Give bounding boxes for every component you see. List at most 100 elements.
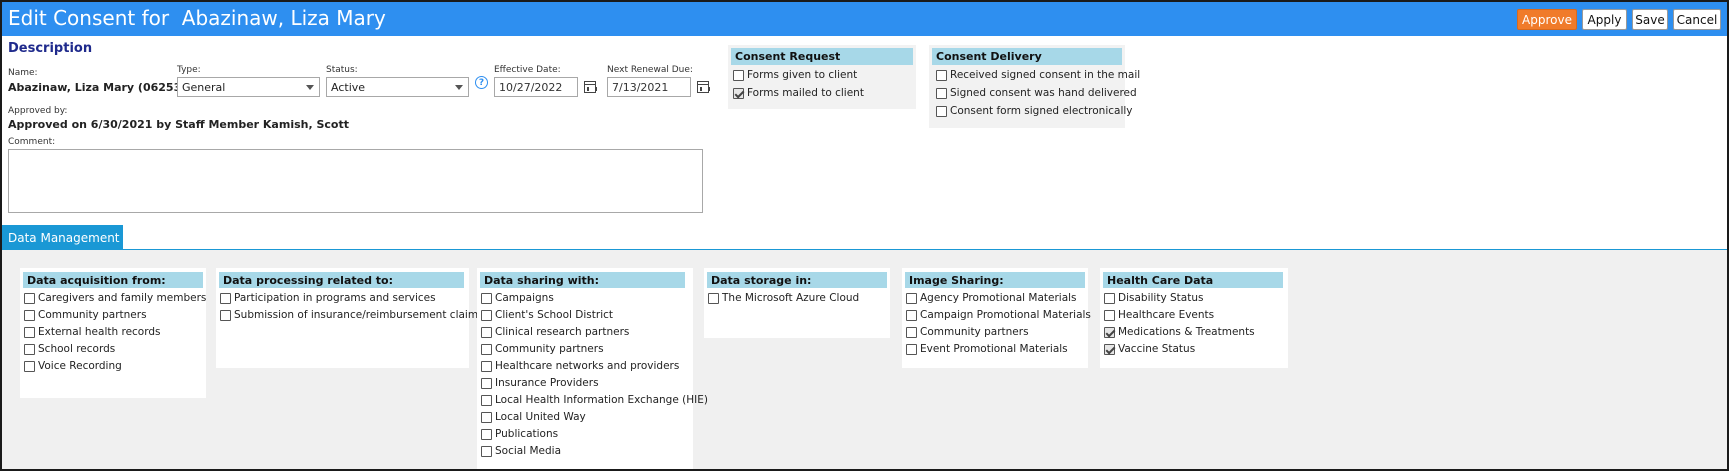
category-item-row[interactable]: Community partners bbox=[906, 326, 1029, 338]
category-item-label: Healthcare Events bbox=[1118, 309, 1215, 321]
category-title: Image Sharing: bbox=[905, 272, 1085, 288]
category-item-row[interactable]: Community partners bbox=[481, 343, 604, 355]
category-item-checkbox[interactable] bbox=[481, 309, 492, 321]
category-title: Data sharing with: bbox=[480, 272, 685, 288]
category-item-checkbox[interactable] bbox=[24, 326, 35, 338]
category-item-row[interactable]: Disability Status bbox=[1104, 292, 1203, 304]
category-item-row[interactable]: Caregivers and family members bbox=[24, 292, 206, 304]
consent-request-item-checkbox[interactable] bbox=[733, 87, 744, 99]
category-column: Health Care Data Disability Status Healthc… bbox=[1100, 268, 1288, 368]
category-item-label: Disability Status bbox=[1118, 292, 1204, 304]
category-item-row[interactable]: Voice Recording bbox=[24, 360, 122, 372]
category-item-checkbox[interactable] bbox=[708, 292, 719, 304]
category-item-checkbox[interactable] bbox=[24, 292, 35, 304]
consent-delivery-item-label: Consent form signed electronically bbox=[950, 105, 1133, 117]
consent-request-item-checkbox[interactable] bbox=[733, 69, 744, 81]
category-item-checkbox[interactable] bbox=[220, 292, 231, 304]
consent-request-item-label: Forms given to client bbox=[747, 69, 858, 81]
category-item-row[interactable]: External health records bbox=[24, 326, 161, 338]
category-item-checkbox[interactable] bbox=[906, 343, 917, 355]
category-item-row[interactable]: Social Media bbox=[481, 445, 561, 457]
consent-delivery-item-checkbox[interactable] bbox=[936, 105, 947, 117]
category-column: Data storage in: The Microsoft Azure Clou… bbox=[704, 268, 890, 338]
category-item-checkbox[interactable] bbox=[1104, 326, 1115, 338]
comment-textarea[interactable] bbox=[8, 149, 703, 213]
approve-button[interactable]: Approve bbox=[1517, 9, 1577, 30]
category-item-label: Social Media bbox=[495, 445, 562, 457]
category-item-row[interactable]: Local Health Information Exchange (HIE) bbox=[481, 394, 708, 406]
consent-request-item-row[interactable]: Forms given to client bbox=[733, 69, 857, 81]
consent-delivery-item-row[interactable]: Signed consent was hand delivered bbox=[936, 87, 1137, 99]
category-item-checkbox[interactable] bbox=[481, 411, 492, 423]
category-item-checkbox[interactable] bbox=[906, 309, 917, 321]
category-item-row[interactable]: Community partners bbox=[24, 309, 147, 321]
calendar-icon[interactable] bbox=[584, 81, 597, 93]
category-item-label: The Microsoft Azure Cloud bbox=[722, 292, 860, 304]
next-renewal-input[interactable]: 7/13/2021 bbox=[607, 77, 691, 97]
category-item-checkbox[interactable] bbox=[481, 445, 492, 457]
category-item-label: Local Health Information Exchange (HIE) bbox=[495, 394, 708, 406]
save-button[interactable]: Save bbox=[1632, 9, 1668, 30]
status-select[interactable]: Active bbox=[326, 77, 469, 97]
category-item-checkbox[interactable] bbox=[1104, 292, 1115, 304]
type-select[interactable]: General bbox=[177, 77, 320, 97]
category-item-row[interactable]: Campaigns bbox=[481, 292, 554, 304]
category-item-row[interactable]: Healthcare Events bbox=[1104, 309, 1214, 321]
description-heading: Description bbox=[8, 41, 93, 56]
category-item-row[interactable]: Healthcare networks and providers bbox=[481, 360, 679, 372]
type-select-value: General bbox=[182, 80, 226, 94]
category-item-row[interactable]: Insurance Providers bbox=[481, 377, 599, 389]
category-item-checkbox[interactable] bbox=[481, 360, 492, 372]
category-item-checkbox[interactable] bbox=[24, 309, 35, 321]
title-bar: Edit Consent for Abazinaw, Liza Mary App… bbox=[2, 2, 1727, 36]
help-icon[interactable]: ? bbox=[475, 76, 488, 89]
consent-delivery-item-checkbox[interactable] bbox=[936, 69, 947, 81]
category-item-row[interactable]: School records bbox=[24, 343, 115, 355]
category-item-label: Agency Promotional Materials bbox=[920, 292, 1077, 304]
category-item-row[interactable]: Clinical research partners bbox=[481, 326, 629, 338]
category-item-checkbox[interactable] bbox=[481, 292, 492, 304]
category-item-checkbox[interactable] bbox=[481, 343, 492, 355]
calendar-icon[interactable] bbox=[697, 81, 710, 93]
category-item-label: Community partners bbox=[495, 343, 604, 355]
category-item-row[interactable]: Event Promotional Materials bbox=[906, 343, 1068, 355]
category-item-checkbox[interactable] bbox=[24, 360, 35, 372]
category-item-label: Clinical research partners bbox=[495, 326, 630, 338]
consent-request-item-row[interactable]: Forms mailed to client bbox=[733, 87, 864, 99]
tab-data-management[interactable]: Data Management bbox=[2, 225, 123, 250]
category-item-label: Healthcare networks and providers bbox=[495, 360, 680, 372]
category-item-checkbox[interactable] bbox=[1104, 343, 1115, 355]
consent-delivery-item-row[interactable]: Received signed consent in the mail bbox=[936, 69, 1140, 81]
window-title: Edit Consent for Abazinaw, Liza Mary bbox=[8, 6, 386, 30]
category-item-row[interactable]: Submission of insurance/reimbursement cl… bbox=[220, 309, 484, 321]
category-item-checkbox[interactable] bbox=[906, 326, 917, 338]
category-item-row[interactable]: The Microsoft Azure Cloud bbox=[708, 292, 859, 304]
category-item-row[interactable]: Publications bbox=[481, 428, 558, 440]
consent-delivery-item-row[interactable]: Consent form signed electronically bbox=[936, 105, 1133, 117]
category-item-row[interactable]: Campaign Promotional Materials bbox=[906, 309, 1091, 321]
category-item-checkbox[interactable] bbox=[481, 377, 492, 389]
category-item-row[interactable]: Local United Way bbox=[481, 411, 586, 423]
category-item-label: Submission of insurance/reimbursement cl… bbox=[234, 309, 484, 321]
category-item-row[interactable]: Vaccine Status bbox=[1104, 343, 1195, 355]
category-item-checkbox[interactable] bbox=[220, 309, 231, 321]
category-item-row[interactable]: Client's School District bbox=[481, 309, 613, 321]
category-item-checkbox[interactable] bbox=[481, 428, 492, 440]
apply-button[interactable]: Apply bbox=[1582, 9, 1627, 30]
consent-delivery-item-label: Signed consent was hand delivered bbox=[950, 87, 1137, 99]
comment-label: Comment: bbox=[8, 137, 56, 147]
category-item-checkbox[interactable] bbox=[481, 326, 492, 338]
category-item-row[interactable]: Agency Promotional Materials bbox=[906, 292, 1077, 304]
category-item-label: Event Promotional Materials bbox=[920, 343, 1068, 355]
category-item-row[interactable]: Participation in programs and services bbox=[220, 292, 436, 304]
category-item-checkbox[interactable] bbox=[481, 394, 492, 406]
consent-delivery-item-checkbox[interactable] bbox=[936, 87, 947, 99]
effective-date-input[interactable]: 10/27/2022 bbox=[494, 77, 578, 97]
category-item-row[interactable]: Medications & Treatments bbox=[1104, 326, 1255, 338]
category-column: Data processing related to: Participation… bbox=[216, 268, 484, 368]
status-select-value: Active bbox=[331, 80, 366, 94]
category-item-checkbox[interactable] bbox=[1104, 309, 1115, 321]
category-item-checkbox[interactable] bbox=[24, 343, 35, 355]
cancel-button[interactable]: Cancel bbox=[1673, 9, 1721, 30]
category-item-checkbox[interactable] bbox=[906, 292, 917, 304]
